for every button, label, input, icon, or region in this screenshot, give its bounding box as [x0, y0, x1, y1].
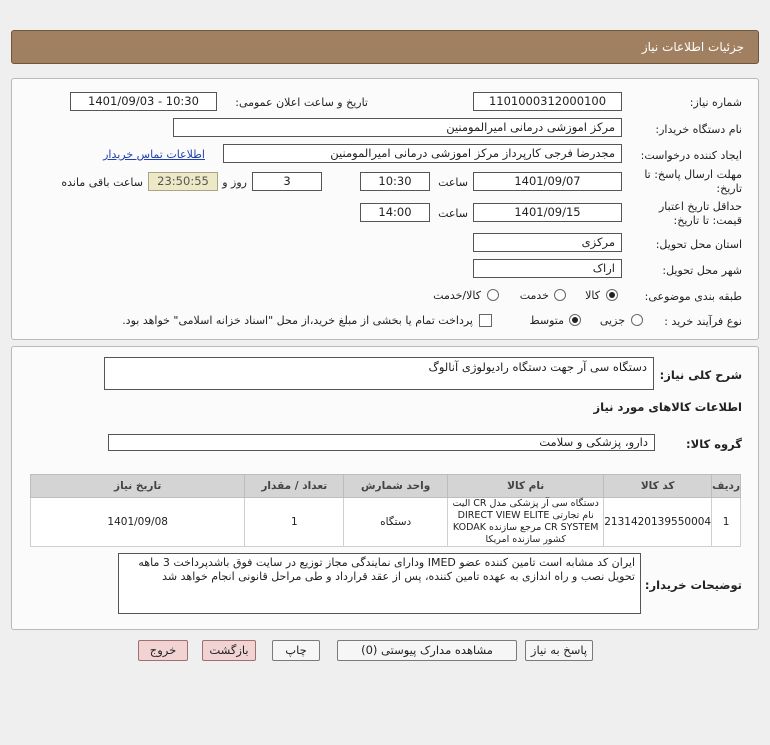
category-radio-service[interactable] — [554, 289, 566, 301]
validity-date-field: 1401/09/15 — [473, 203, 622, 222]
deadline-label: مهلت ارسال پاسخ: تا — [644, 168, 742, 181]
goods-group-label: گروه کالا: — [686, 437, 742, 451]
province-field: مرکزی — [473, 233, 622, 252]
summary-label: شرح کلی نیاز: — [659, 368, 742, 382]
remaining-label: ساعت باقی مانده — [61, 176, 143, 189]
buyer-org-label: نام دستگاه خریدار: — [655, 123, 742, 136]
buyer-notes-field: ایران کد مشابه است تامین کننده عضو IMED … — [118, 553, 641, 614]
view-attachments-button[interactable]: مشاهده مدارک پیوستی (0) — [337, 640, 517, 661]
validity-label-line2: قیمت: تا تاریخ: — [673, 214, 742, 227]
process-radio-medium[interactable] — [569, 314, 581, 326]
category-radio-goods[interactable] — [606, 289, 618, 301]
deadline-label-line2: تاریخ: — [716, 182, 742, 195]
need-number-label: شماره نیاز: — [689, 96, 742, 109]
col-header-row: ردیف — [711, 474, 741, 498]
announce-label: تاریخ و ساعت اعلان عمومی: — [235, 96, 368, 109]
print-button[interactable]: چاپ — [272, 640, 320, 661]
category-radio-goods-service[interactable] — [487, 289, 499, 301]
announce-datetime-field: 1401/09/03 - 10:30 — [70, 92, 217, 111]
cell-name: دستگاه سی آر پزشکی مدل CR الیت نام تجارت… — [447, 497, 605, 547]
category-option-goods-service: کالا/خدمت — [433, 289, 481, 302]
goods-table: ردیف کد کالا نام کالا واحد شمارش تعداد /… — [29, 474, 741, 547]
col-header-unit: واحد شمارش — [343, 474, 449, 498]
process-radio-minor[interactable] — [631, 314, 643, 326]
summary-field: دستگاه سی آر جهت دستگاه رادیولوژی آنالوگ — [104, 357, 654, 390]
process-option-medium: متوسط — [529, 314, 564, 327]
buyer-org-field: مرکز اموزشی درمانی امیرالمومنین — [173, 118, 622, 137]
buyer-notes-label: توضیحات خریدار: — [644, 578, 742, 592]
col-header-date: تاریخ نیاز — [29, 474, 246, 498]
remaining-time-field: 23:50:55 — [148, 172, 218, 191]
col-header-code: کد کالا — [603, 474, 713, 498]
exit-button[interactable]: خروج — [138, 640, 188, 661]
cell-row: 1 — [711, 497, 741, 547]
col-header-name: نام کالا — [447, 474, 605, 498]
process-label: نوع فرآیند خرید : — [664, 315, 742, 328]
goods-table-header: ردیف کد کالا نام کالا واحد شمارش تعداد /… — [29, 474, 741, 498]
buyer-contact-link[interactable]: اطلاعات تماس خریدار — [103, 148, 205, 161]
process-option-minor: جزیی — [599, 314, 625, 327]
goods-section-title: اطلاعات کالاهای مورد نیاز — [593, 400, 742, 414]
category-option-service: خدمت — [519, 289, 549, 302]
col-header-qty: تعداد / مقدار — [244, 474, 345, 498]
creator-label: ایجاد کننده درخواست: — [640, 149, 742, 162]
cell-unit: دستگاه — [343, 497, 449, 547]
validity-time-label: ساعت — [438, 207, 468, 220]
deadline-date-field: 1401/09/07 — [473, 172, 622, 191]
deadline-time-label: ساعت — [438, 176, 468, 189]
category-label: طبقه بندی موضوعی: — [644, 290, 742, 303]
cell-qty: 1 — [244, 497, 345, 547]
city-label: شهر محل تحویل: — [662, 264, 742, 277]
goods-group-field: دارو، پزشکی و سلامت — [108, 434, 655, 451]
days-label: روز و — [222, 176, 247, 189]
validity-time-field: 14:00 — [360, 203, 430, 222]
page-header: جزئیات اطلاعات نیاز — [11, 30, 759, 64]
table-row: 1 2131420139550004 دستگاه سی آر پزشکی مد… — [29, 497, 741, 547]
page-title: جزئیات اطلاعات نیاز — [641, 40, 744, 54]
back-button[interactable]: بازگشت — [202, 640, 256, 661]
province-label: استان محل تحویل: — [655, 238, 742, 251]
deadline-time-field: 10:30 — [360, 172, 430, 191]
need-number-field: 1101000312000100 — [473, 92, 622, 111]
cell-code: 2131420139550004 — [603, 497, 713, 547]
cell-date: 1401/09/08 — [29, 497, 246, 547]
reply-button[interactable]: پاسخ به نیاز — [525, 640, 593, 661]
category-option-goods: کالا — [585, 289, 600, 302]
treasury-checkbox[interactable] — [479, 314, 492, 327]
treasury-note: پرداخت تمام یا بخشی از مبلغ خرید،از محل … — [122, 314, 473, 327]
days-field: 3 — [252, 172, 322, 191]
city-field: اراک — [473, 259, 622, 278]
creator-field: مجدرضا فرجی کارپرداز مرکز اموزشی درمانی … — [223, 144, 622, 163]
validity-label: حداقل تاریخ اعتبار — [658, 200, 742, 213]
